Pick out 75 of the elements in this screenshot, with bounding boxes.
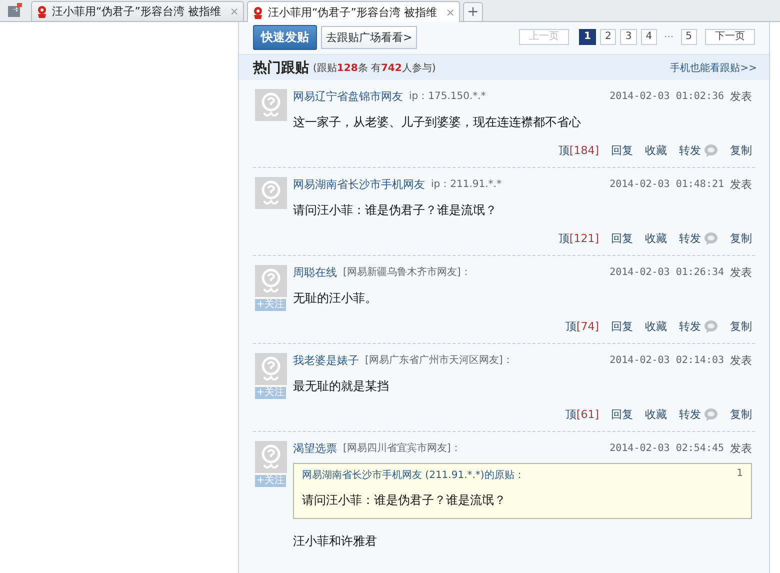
upvote-link[interactable]: 顶[74] — [565, 319, 599, 334]
author-location: ip：175.150.*.* — [409, 90, 486, 103]
page-number-button[interactable]: 5 — [680, 29, 697, 45]
next-page-button[interactable]: 下一页 — [705, 29, 755, 45]
author-link[interactable]: 网易辽宁省盘锦市网友 — [293, 88, 403, 104]
page-number-button[interactable]: 3 — [620, 29, 637, 45]
favorite-link[interactable]: 收藏 — [645, 143, 667, 158]
reply-link[interactable]: 回复 — [611, 231, 633, 246]
share-link[interactable]: 转发 — [679, 319, 701, 334]
comment-text: 请问汪小菲：谁是伪君子？谁是流氓？ — [293, 202, 498, 219]
copy-link[interactable]: 复制 — [730, 231, 752, 246]
page-number-button[interactable]: 4 — [640, 29, 658, 45]
plaza-link-button[interactable]: 去跟贴广场看看> — [321, 26, 418, 48]
comment-text: 汪小菲和许雅君 — [293, 533, 378, 550]
favorite-link[interactable]: 收藏 — [645, 407, 667, 422]
comment-text: 无耻的汪小菲。 — [293, 290, 378, 307]
copy-link[interactable]: 复制 — [730, 319, 752, 334]
copy-link[interactable]: 复制 — [730, 143, 752, 158]
page-ellipsis: ··· — [663, 32, 675, 42]
page-number-button[interactable]: 2 — [600, 29, 616, 45]
favorite-link[interactable]: 收藏 — [645, 231, 667, 246]
comment-stats: (跟贴128条 有742人参与) — [313, 62, 436, 74]
author-location: [网易广东省广州市天河区网友]： — [365, 354, 513, 367]
share-link[interactable]: 转发 — [679, 143, 701, 158]
author-location: ip：211.91.*.* — [431, 178, 502, 191]
posted-label: 发表 — [730, 264, 752, 280]
floor-number: 1 — [736, 468, 743, 481]
favorite-link[interactable]: 收藏 — [645, 319, 667, 334]
post-time: 2014-02-03 01:48:21 — [610, 178, 724, 190]
post-time: 2014-02-03 01:26:34 — [610, 266, 724, 278]
reply-link[interactable]: 回复 — [611, 143, 633, 158]
upvote-link[interactable]: 顶[184] — [558, 143, 599, 158]
upvote-link[interactable]: 顶[121] — [558, 231, 599, 246]
upvote-link[interactable]: 顶[61] — [565, 407, 599, 422]
share-link[interactable]: 转发 — [679, 407, 701, 422]
avatar-icon — [255, 353, 287, 385]
author-location: [网易四川省宜宾市网友]： — [343, 442, 461, 455]
avatar-icon — [255, 265, 287, 297]
quote-source: 网易湖南省长沙市手机网友 (211.91.*.*)的原贴： — [302, 468, 524, 482]
new-tab-button[interactable]: + — [463, 2, 483, 21]
quick-post-button[interactable]: 快速发贴 — [253, 24, 317, 50]
section-title: 热门跟贴 — [253, 58, 309, 76]
author-link[interactable]: 周聪在线 — [293, 264, 337, 280]
posted-label: 发表 — [730, 352, 752, 368]
comment-text: 最无耻的就是某挡 — [293, 378, 390, 395]
avatar-icon — [255, 441, 287, 473]
speech-bubble-icon[interactable] — [704, 408, 718, 421]
speech-bubble-icon[interactable] — [704, 232, 718, 245]
posted-label: 发表 — [730, 88, 752, 104]
favicon-icon — [252, 6, 264, 18]
avatar-icon — [255, 177, 287, 209]
reply-link[interactable]: 回复 — [611, 407, 633, 422]
comment-text: 这一家子，从老婆、儿子到婆婆，现在连连襟都不省心 — [293, 114, 582, 131]
quote-text: 请问汪小菲：谁是伪君子？谁是流氓？ — [302, 492, 507, 509]
sidebar-toggle-icon[interactable] — [6, 3, 22, 19]
favicon-icon — [36, 5, 48, 18]
post-time: 2014-02-03 02:54:45 — [610, 442, 724, 454]
posted-label: 发表 — [730, 176, 752, 192]
speech-bubble-icon[interactable] — [704, 320, 718, 333]
copy-link[interactable]: 复制 — [730, 407, 752, 422]
browser-tab[interactable]: 汪小菲用“伪君子”形容台湾 被指维 × — [247, 1, 460, 22]
author-link[interactable]: 渴望选票 — [293, 440, 337, 456]
avatar-icon — [255, 89, 287, 121]
reply-link[interactable]: 回复 — [611, 319, 633, 334]
author-link[interactable]: 网易湖南省长沙市手机网友 — [293, 176, 425, 192]
posted-label: 发表 — [730, 440, 752, 456]
browser-tab[interactable]: 汪小菲用“伪君子”形容台湾 被指维 × — [31, 1, 244, 21]
mobile-link[interactable]: 手机也能看跟贴>> — [670, 60, 757, 74]
post-time: 2014-02-03 02:14:03 — [610, 354, 724, 366]
author-link[interactable]: 我老婆是婊子 — [293, 352, 359, 368]
post-time: 2014-02-03 01:02:36 — [610, 90, 724, 102]
share-link[interactable]: 转发 — [679, 231, 701, 246]
speech-bubble-icon[interactable] — [704, 144, 718, 157]
page-number-button[interactable]: 1 — [578, 29, 596, 45]
author-location: [网易新疆乌鲁木齐市网友]： — [343, 266, 471, 279]
